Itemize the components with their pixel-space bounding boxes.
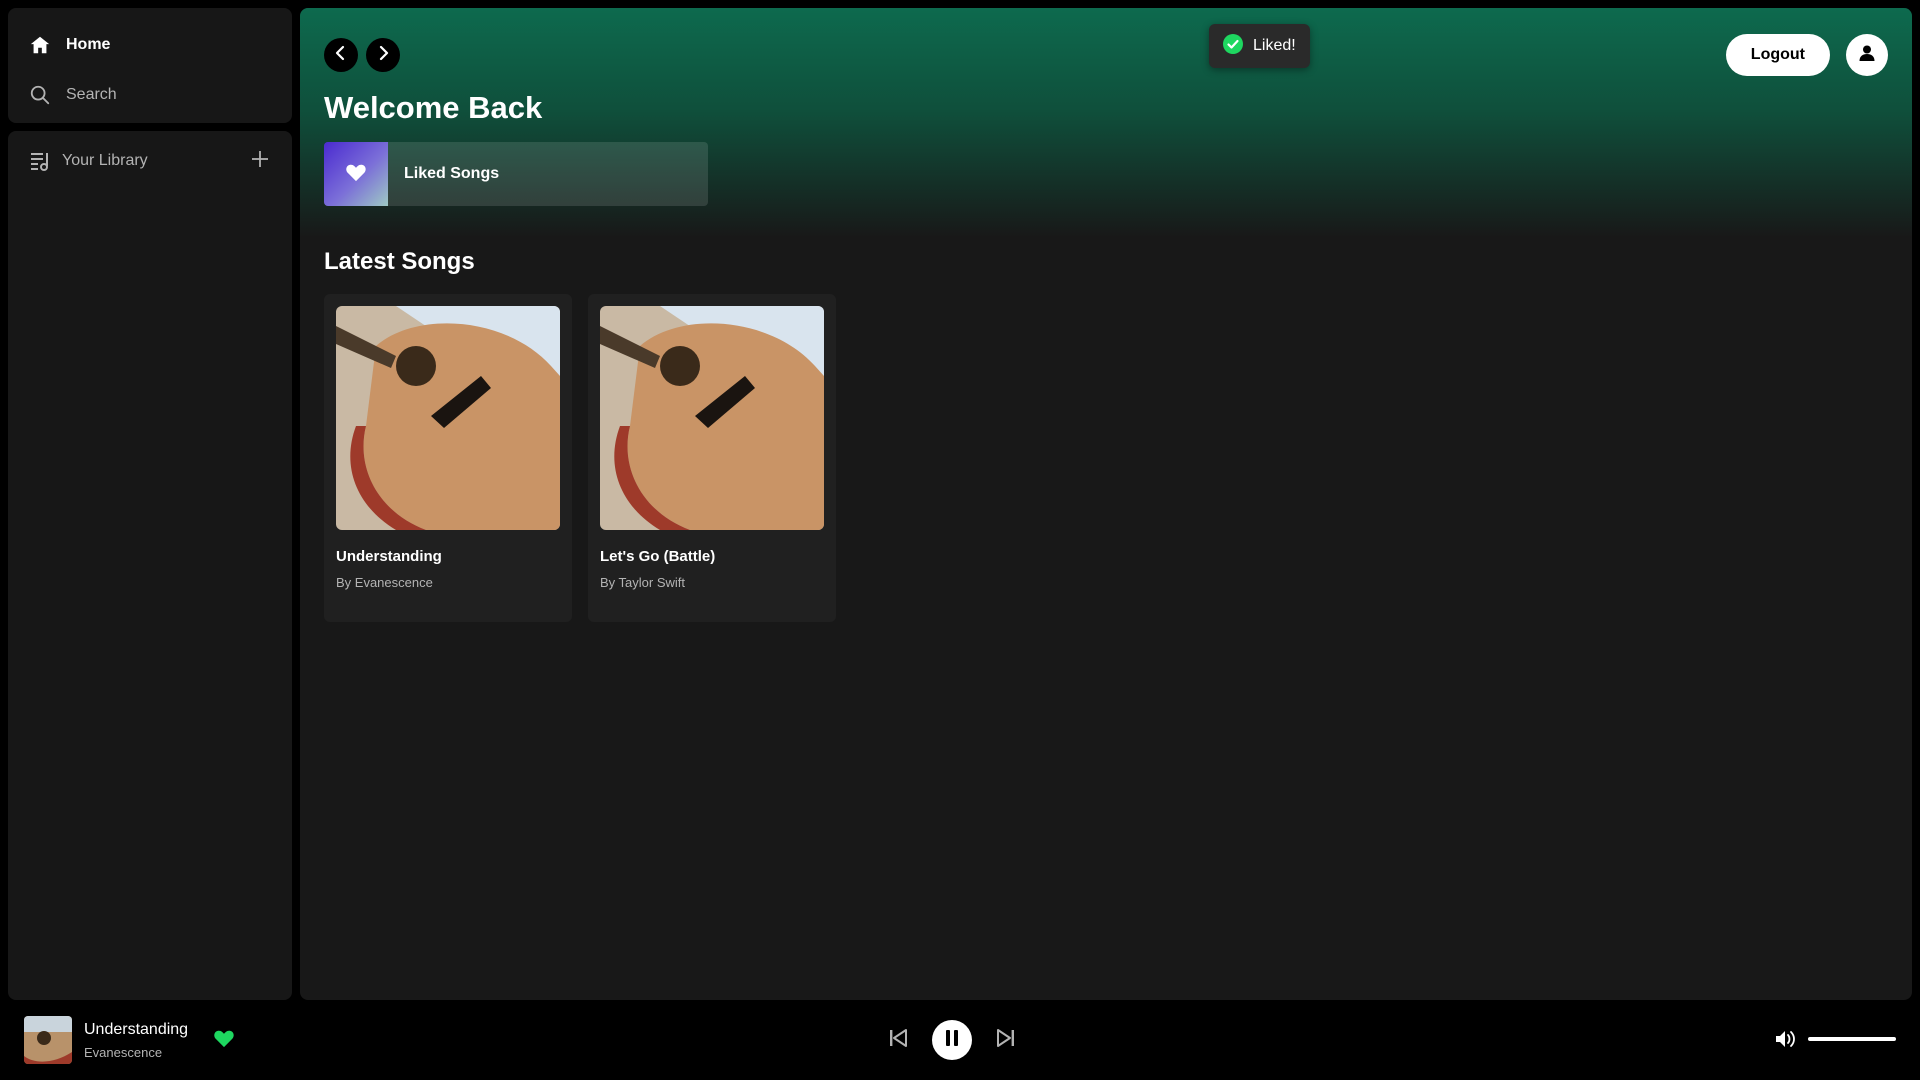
toast-message: Liked!	[1253, 37, 1296, 54]
song-artist: By Taylor Swift	[600, 575, 686, 590]
home-icon	[28, 33, 52, 57]
next-button[interactable]	[996, 1028, 1016, 1053]
library-icon	[28, 149, 52, 173]
library-header: Your Library	[8, 131, 292, 191]
logout-button[interactable]: Logout	[1725, 34, 1830, 76]
app-root: Home Search Your Library Logout Liked! W…	[0, 0, 1920, 1080]
sidebar-item-search[interactable]: Search	[28, 80, 272, 110]
section-title: Latest Songs	[324, 248, 475, 275]
library-button[interactable]: Your Library	[28, 149, 148, 173]
chevron-left-icon	[333, 45, 349, 66]
song-title: Let's Go (Battle)	[600, 548, 716, 565]
sidebar-item-label: Home	[66, 36, 111, 53]
history-nav	[324, 38, 400, 72]
now-playing-meta: Understanding Evanescence	[84, 1021, 188, 1060]
sidebar-item-home[interactable]: Home	[28, 30, 272, 60]
toast-notification: Liked!	[1209, 24, 1310, 68]
user-icon	[1858, 44, 1876, 67]
profile-button[interactable]	[1846, 34, 1888, 76]
pause-icon	[944, 1029, 960, 1052]
now-playing: Understanding Evanescence	[24, 1016, 236, 1064]
playback-controls	[888, 1020, 1016, 1060]
like-button[interactable]	[212, 1028, 236, 1052]
forward-button[interactable]	[366, 38, 400, 72]
plus-icon	[251, 150, 269, 173]
song-cover-image	[600, 306, 824, 530]
library-panel: Your Library	[8, 131, 292, 1000]
volume-control	[1774, 1028, 1896, 1050]
now-playing-title[interactable]: Understanding	[84, 1021, 188, 1039]
volume-slider[interactable]	[1808, 1037, 1896, 1041]
song-cover-image	[336, 306, 560, 530]
song-grid: Understanding By Evanescence Let's Go (B…	[324, 294, 836, 622]
search-icon	[28, 83, 52, 107]
now-playing-art	[24, 1016, 72, 1064]
liked-songs-art	[324, 142, 388, 206]
page-title: Welcome Back	[324, 90, 543, 125]
back-button[interactable]	[324, 38, 358, 72]
liked-songs-tile[interactable]: Liked Songs	[324, 142, 708, 206]
song-title: Understanding	[336, 548, 442, 565]
topbar: Logout	[324, 34, 1888, 76]
skip-forward-icon	[996, 1028, 1016, 1053]
check-circle-icon	[1223, 33, 1243, 59]
chevron-right-icon	[375, 45, 391, 66]
sidebar-nav: Home Search	[8, 8, 292, 123]
liked-songs-label: Liked Songs	[404, 165, 500, 182]
volume-icon[interactable]	[1774, 1028, 1798, 1050]
previous-button[interactable]	[888, 1028, 908, 1053]
account-actions: Logout	[1725, 34, 1888, 76]
song-card[interactable]: Understanding By Evanescence	[324, 294, 572, 622]
main-content: Logout Liked! Welcome Back Liked Songs L…	[300, 8, 1912, 1000]
heart-icon	[345, 162, 367, 187]
song-card[interactable]: Let's Go (Battle) By Taylor Swift	[588, 294, 836, 622]
now-playing-artist[interactable]: Evanescence	[84, 1045, 188, 1060]
sidebar-item-label: Search	[66, 86, 117, 103]
pause-button[interactable]	[932, 1020, 972, 1060]
library-label: Your Library	[62, 152, 148, 169]
skip-back-icon	[888, 1028, 908, 1053]
heart-icon	[213, 1028, 235, 1053]
create-playlist-button[interactable]	[248, 149, 272, 173]
song-artist: By Evanescence	[336, 575, 433, 590]
player-bar: Understanding Evanescence	[0, 1000, 1920, 1080]
